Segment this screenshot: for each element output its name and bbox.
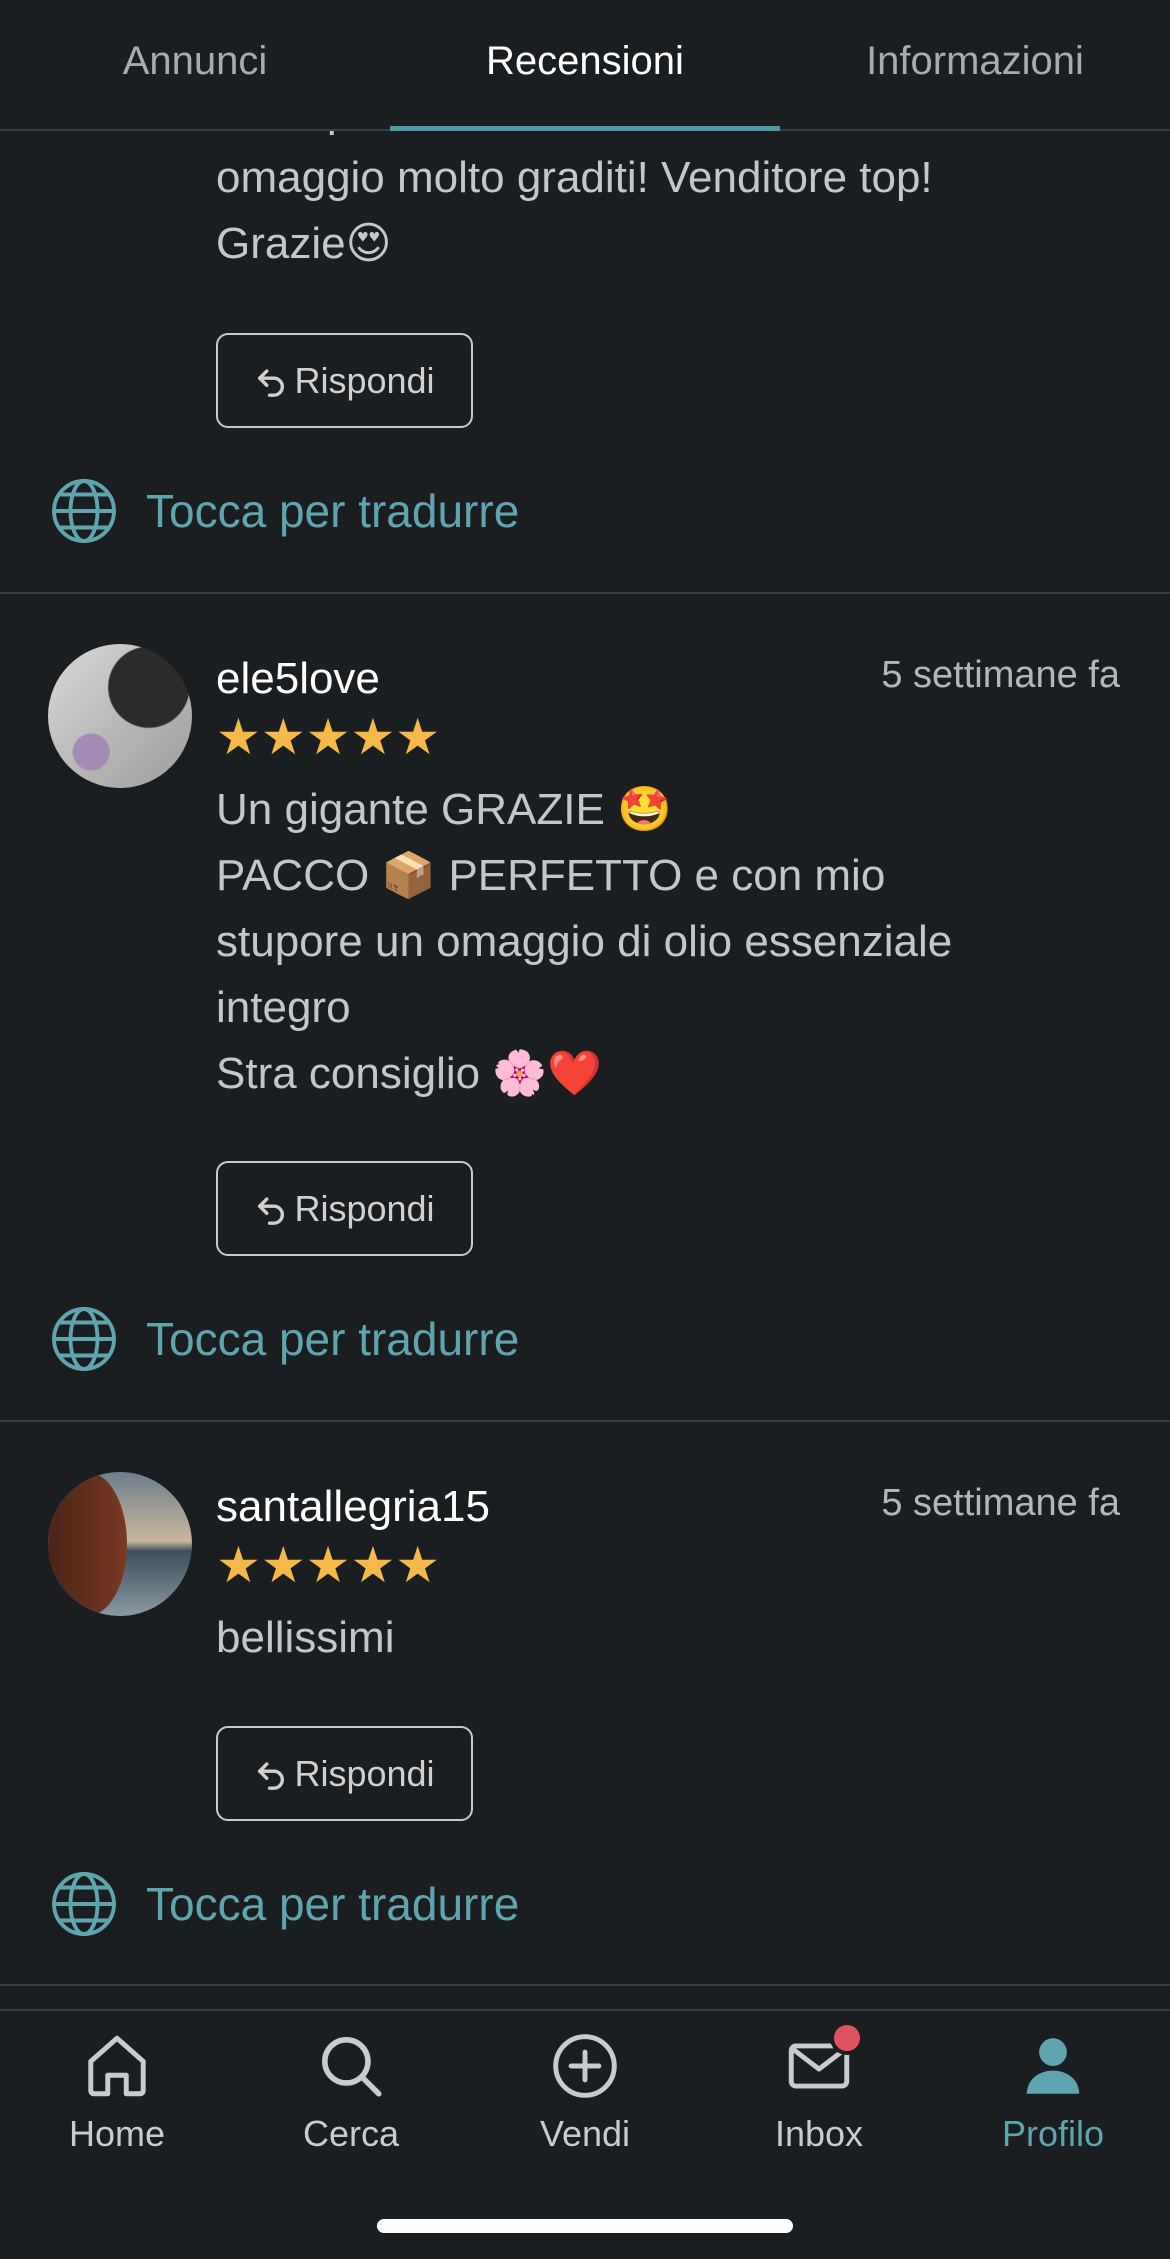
review-time: 5 settimane fa	[881, 1482, 1120, 1524]
star-icons: ★★★★★	[216, 709, 441, 765]
review-comment: bellissimi	[216, 1613, 395, 1662]
reply-button[interactable]: Rispondi	[216, 1726, 473, 1821]
translate-label: Tocca per tradurre	[146, 1878, 520, 1930]
review-username[interactable]: santallegria15	[216, 1482, 490, 1532]
nav-label: Cerca	[302, 2113, 400, 2154]
reply-arrow-icon	[258, 368, 285, 397]
review-username[interactable]: ele5love	[216, 654, 380, 704]
tab-bar: Annunci Recensioni Informazioni	[0, 0, 1170, 131]
review-comment: Un gigante GRAZIE 🤩 PACCO 📦 PERFETTO e c…	[216, 785, 953, 1098]
globe-icon	[52, 1307, 116, 1371]
nav-profilo[interactable]: Profilo	[936, 2029, 1170, 2179]
star-rating: ★★★★★	[216, 712, 440, 762]
nav-label: Inbox	[774, 2113, 864, 2154]
reply-button[interactable]: Rispondi	[216, 333, 473, 428]
reply-arrow-icon	[258, 1196, 285, 1225]
review-time: 5 settimane fa	[881, 654, 1120, 696]
nav-home[interactable]: Home	[0, 2029, 234, 2179]
home-indicator	[377, 2219, 793, 2233]
nav-label: Vendi	[539, 2113, 631, 2154]
reply-arrow-icon	[258, 1761, 285, 1790]
review-item: ele5love 5 settimane fa ★★★★★ Un gigante…	[0, 594, 1170, 1422]
translate-label: Tocca per tradurre	[146, 1313, 520, 1365]
search-icon	[322, 2037, 382, 2097]
tab-informazioni[interactable]: Informazioni	[780, 0, 1170, 129]
reply-label: Rispondi	[294, 1752, 435, 1794]
avatar[interactable]	[48, 1472, 192, 1616]
globe-icon	[52, 1872, 116, 1936]
translate-link[interactable]: Tocca per tradurre	[48, 475, 519, 547]
nav-vendi[interactable]: Vendi	[468, 2029, 702, 2179]
avatar[interactable]	[48, 644, 192, 788]
nav-cerca[interactable]: Cerca	[234, 2029, 468, 2179]
translate-link[interactable]: Tocca per tradurre	[48, 1868, 519, 1940]
star-icons: ★★★★★	[216, 1537, 441, 1593]
mail-icon-wrapper	[782, 2021, 864, 2103]
home-icon	[88, 2035, 146, 2097]
reviews-feed[interactable]: Tutto perfetto e con due flaconcini in o…	[0, 131, 1170, 2009]
globe-icon	[52, 479, 116, 543]
reply-label: Rispondi	[294, 359, 435, 401]
tab-annunci[interactable]: Annunci	[0, 0, 390, 129]
notification-badge	[830, 2021, 864, 2055]
nav-inbox[interactable]: Inbox	[702, 2021, 936, 2179]
reply-label: Rispondi	[294, 1187, 435, 1229]
review-item: santallegria15 5 settimane fa ★★★★★ bell…	[0, 1422, 1170, 1986]
plus-circle-icon	[553, 2034, 617, 2098]
tab-recensioni[interactable]: Recensioni	[390, 0, 780, 131]
translate-link[interactable]: Tocca per tradurre	[48, 1303, 519, 1375]
nav-label: Profilo	[1001, 2113, 1105, 2154]
star-rating: ★★★★★	[216, 1540, 440, 1590]
translate-label: Tocca per tradurre	[146, 485, 520, 537]
review-item: Tutto perfetto e con due flaconcini in o…	[0, 131, 1170, 594]
review-comment: Tutto perfetto e con due flaconcini in o…	[216, 131, 933, 268]
nav-label: Home	[68, 2113, 166, 2154]
reply-button[interactable]: Rispondi	[216, 1161, 473, 1256]
profile-icon	[1026, 2038, 1080, 2094]
